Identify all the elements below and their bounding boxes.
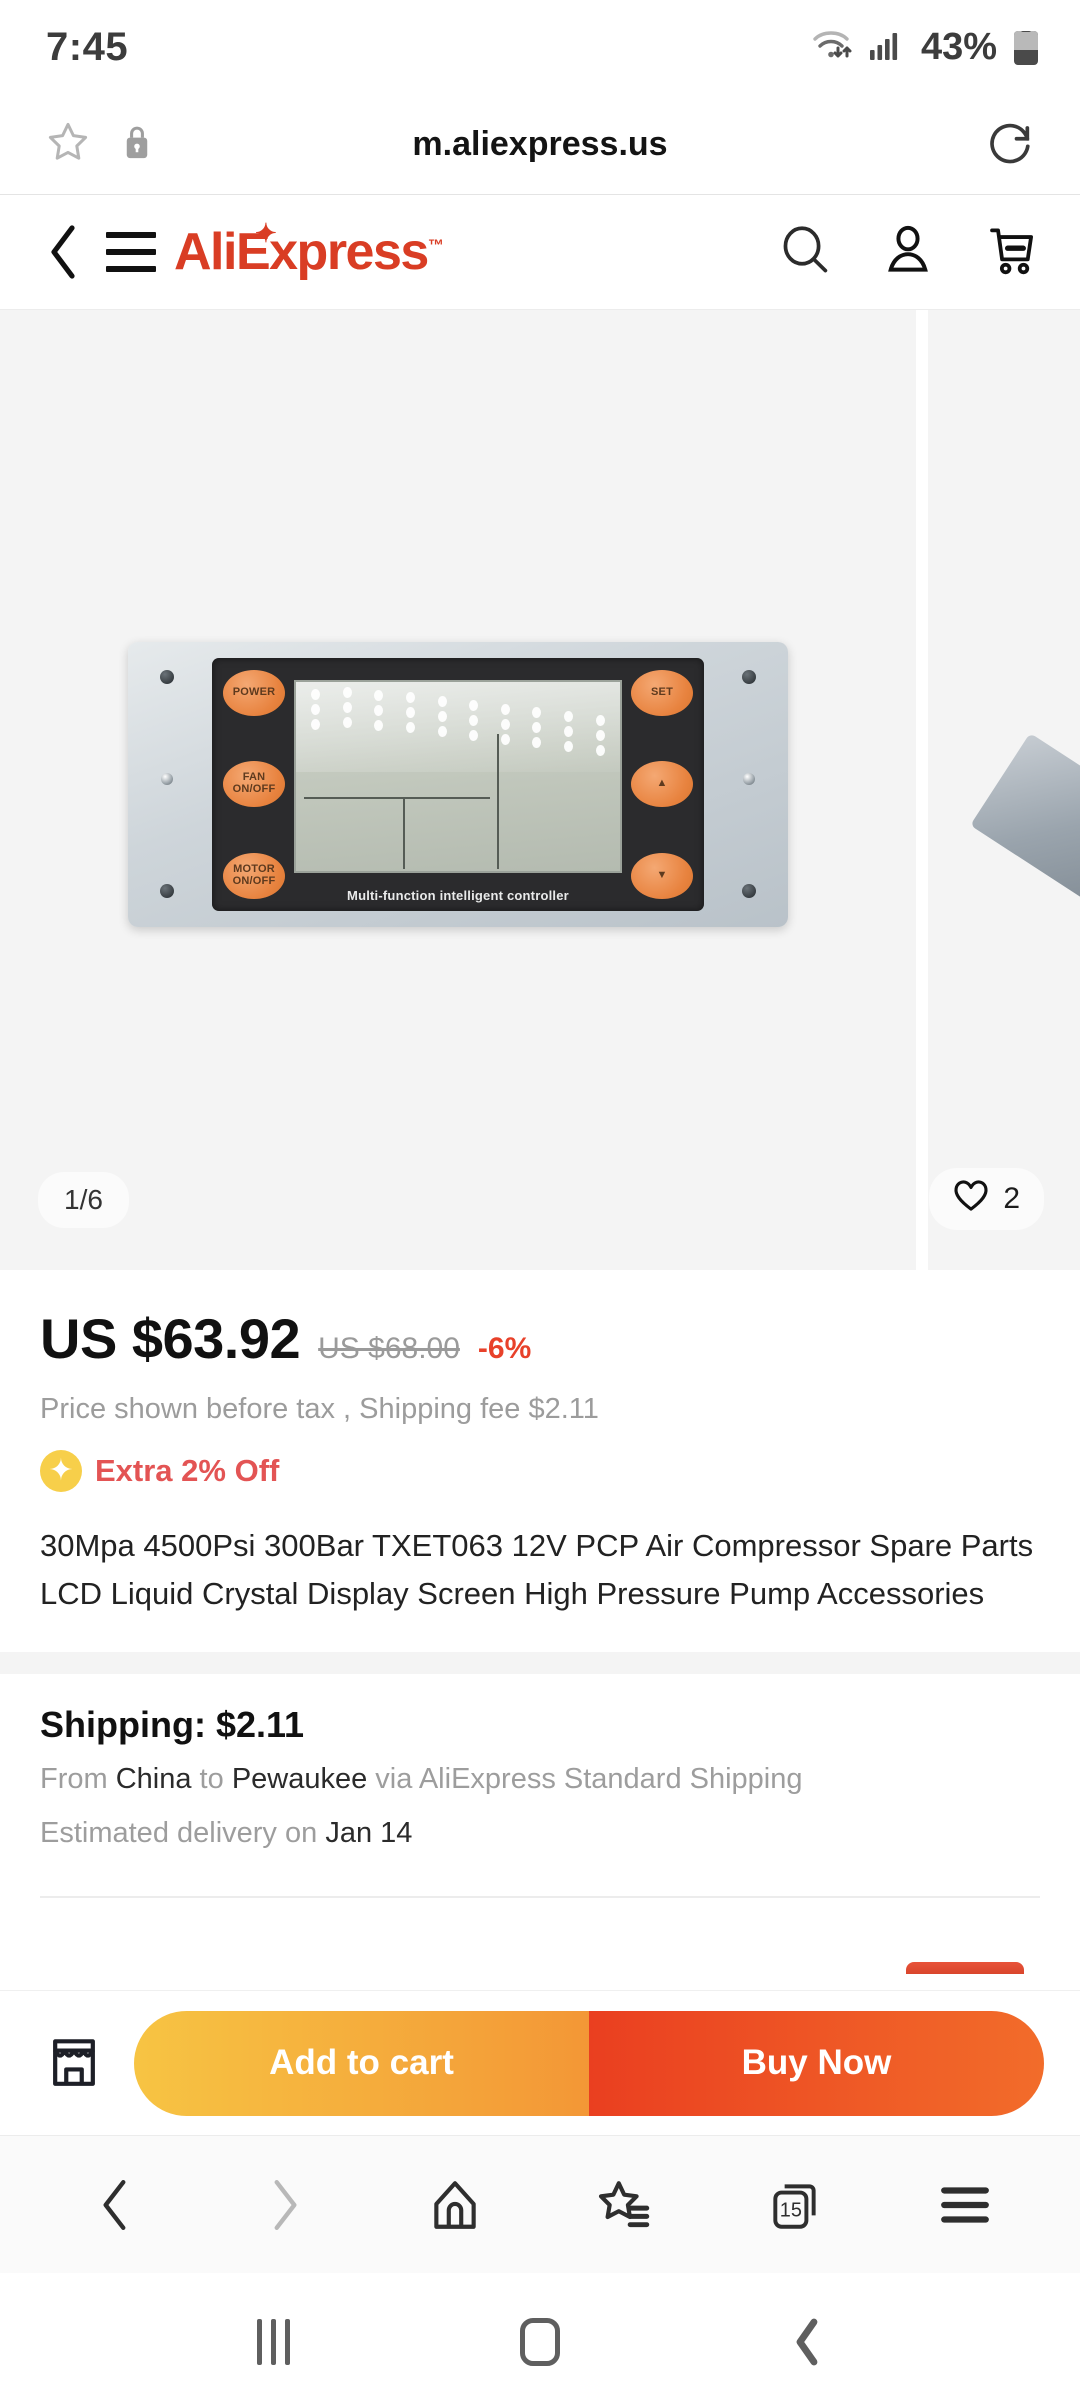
back-button[interactable] (44, 222, 84, 282)
device-power-button: POWER (223, 669, 285, 716)
gallery-counter: 1/6 (38, 1172, 129, 1228)
shipping-from-prefix: From (40, 1763, 116, 1796)
bottom-action-bar: Add to cart Buy Now (0, 1990, 1080, 2135)
product-image-controller: POWER FAN ON/OFF MOTOR ON/OFF SET ▲ ▼ Mu… (128, 641, 788, 927)
device-caption: Multi-function intelligent controller (347, 887, 569, 903)
discount-percent: -6% (477, 1332, 532, 1365)
back-chevron-icon (796, 2318, 818, 2365)
original-price: US $68.00 (318, 1332, 460, 1365)
device-up-button: ▲ (631, 761, 693, 807)
current-price: US $63.92 (40, 1307, 301, 1370)
gallery-slide-next[interactable] (928, 310, 1080, 1270)
browser-back-button[interactable] (55, 2155, 175, 2255)
promo-peek-indicator (906, 1962, 1024, 1974)
home-circle-icon (519, 2317, 560, 2366)
browser-url-bar[interactable]: m.aliexpress.us (0, 95, 1080, 195)
browser-nav-bar: 15 (0, 2135, 1080, 2273)
browser-bookmarks-button[interactable] (565, 2155, 685, 2255)
shopping-cart-icon[interactable] (982, 222, 1040, 283)
device-right-button-column: SET ▲ ▼ (628, 669, 696, 899)
product-title: 30Mpa 4500Psi 300Bar TXET063 12V PCP Air… (40, 1528, 1034, 1612)
price-section: US $63.92 US $68.00 -6% Price shown befo… (0, 1270, 1080, 1498)
status-time: 7:45 (46, 25, 129, 69)
storefront-icon[interactable] (42, 2032, 106, 2094)
recents-icon (256, 2318, 290, 2365)
cta-button-group: Add to cart Buy Now (134, 2010, 1044, 2116)
browser-tabs-button[interactable]: 15 (735, 2155, 855, 2255)
sparkle-icon: ✦ (40, 1450, 82, 1492)
browser-home-button[interactable] (395, 2155, 515, 2255)
phone-screen: 7:45 43% m.aliexpress.us ✦ AliExpress™ P… (0, 0, 1080, 2400)
wishlist-button[interactable]: 2 (929, 1168, 1044, 1230)
shipping-origin: China (115, 1763, 192, 1796)
user-account-icon[interactable] (880, 222, 936, 283)
gallery-slide-current[interactable]: POWER FAN ON/OFF MOTOR ON/OFF SET ▲ ▼ Mu… (0, 310, 916, 1270)
device-left-button-column: POWER FAN ON/OFF MOTOR ON/OFF (220, 669, 288, 899)
next-image-preview (970, 733, 1080, 907)
device-fan-button: FAN ON/OFF (223, 761, 285, 807)
star-outline-icon[interactable] (44, 118, 92, 171)
lcd-reflection-dots (300, 686, 616, 793)
battery-percent: 43% (920, 26, 997, 68)
status-indicators: 43% (811, 26, 1038, 69)
extra-discount-row[interactable]: ✦ Extra 2% Off (40, 1450, 1040, 1492)
wishlist-count: 2 (1003, 1182, 1020, 1215)
eta-prefix: Estimated delivery on (40, 1817, 326, 1850)
aliexpress-header: ✦ AliExpress™ (0, 195, 1080, 310)
shipping-method: via AliExpress Standard Shipping (367, 1763, 803, 1796)
section-divider (0, 1652, 1080, 1675)
device-set-button: SET (631, 669, 693, 716)
gallery-slide-separator (916, 310, 928, 1270)
shipping-divider (40, 1896, 1040, 1899)
aliexpress-logo[interactable]: ✦ AliExpress™ (174, 220, 444, 281)
shipping-to-prefix: to (191, 1763, 232, 1796)
search-icon[interactable] (778, 222, 834, 283)
android-back-button[interactable] (752, 2292, 862, 2392)
shipping-eta: Estimated delivery on Jan 14 (40, 1812, 1040, 1854)
shipping-heading: Shipping: $2.11 (40, 1704, 305, 1746)
reload-icon[interactable] (984, 116, 1036, 173)
shipping-section[interactable]: Shipping: $2.11 From China to Pewaukee v… (0, 1674, 1080, 1854)
heart-outline-icon (951, 1177, 991, 1221)
price-row: US $63.92 US $68.00 -6% (40, 1306, 1040, 1371)
android-navigation-bar (0, 2283, 1080, 2400)
android-home-button[interactable] (485, 2292, 595, 2392)
device-lcd-screen (294, 679, 622, 873)
battery-icon (1014, 30, 1038, 65)
shipping-destination: Pewaukee (231, 1763, 368, 1796)
browser-menu-button[interactable] (905, 2155, 1025, 2255)
shipping-route: From China to Pewaukee via AliExpress St… (40, 1758, 1040, 1800)
android-recents-button[interactable] (218, 2292, 328, 2392)
extra-discount-label: Extra 2% Off (95, 1453, 280, 1488)
cellular-signal-icon (868, 28, 904, 67)
status-bar: 7:45 43% (0, 0, 1080, 95)
price-note: Price shown before tax , Shipping fee $2… (40, 1393, 599, 1425)
hamburger-menu-icon[interactable] (106, 232, 156, 272)
lock-icon (122, 123, 152, 166)
logo-sparkle-icon: ✦ (255, 218, 277, 248)
logo-text: AliExpress (174, 223, 429, 281)
wifi-icon (811, 27, 855, 68)
url-text: m.aliexpress.us (412, 125, 668, 163)
svg-text:15: 15 (780, 2199, 802, 2221)
product-image-gallery[interactable]: POWER FAN ON/OFF MOTOR ON/OFF SET ▲ ▼ Mu… (0, 310, 1080, 1270)
add-to-cart-button[interactable]: Add to cart (134, 2010, 589, 2116)
browser-forward-button[interactable] (225, 2155, 345, 2255)
buy-now-button[interactable]: Buy Now (589, 2010, 1044, 2116)
eta-date: Jan 14 (325, 1817, 413, 1850)
device-front-panel: POWER FAN ON/OFF MOTOR ON/OFF SET ▲ ▼ Mu… (212, 657, 704, 911)
logo-trademark: ™ (427, 237, 444, 255)
